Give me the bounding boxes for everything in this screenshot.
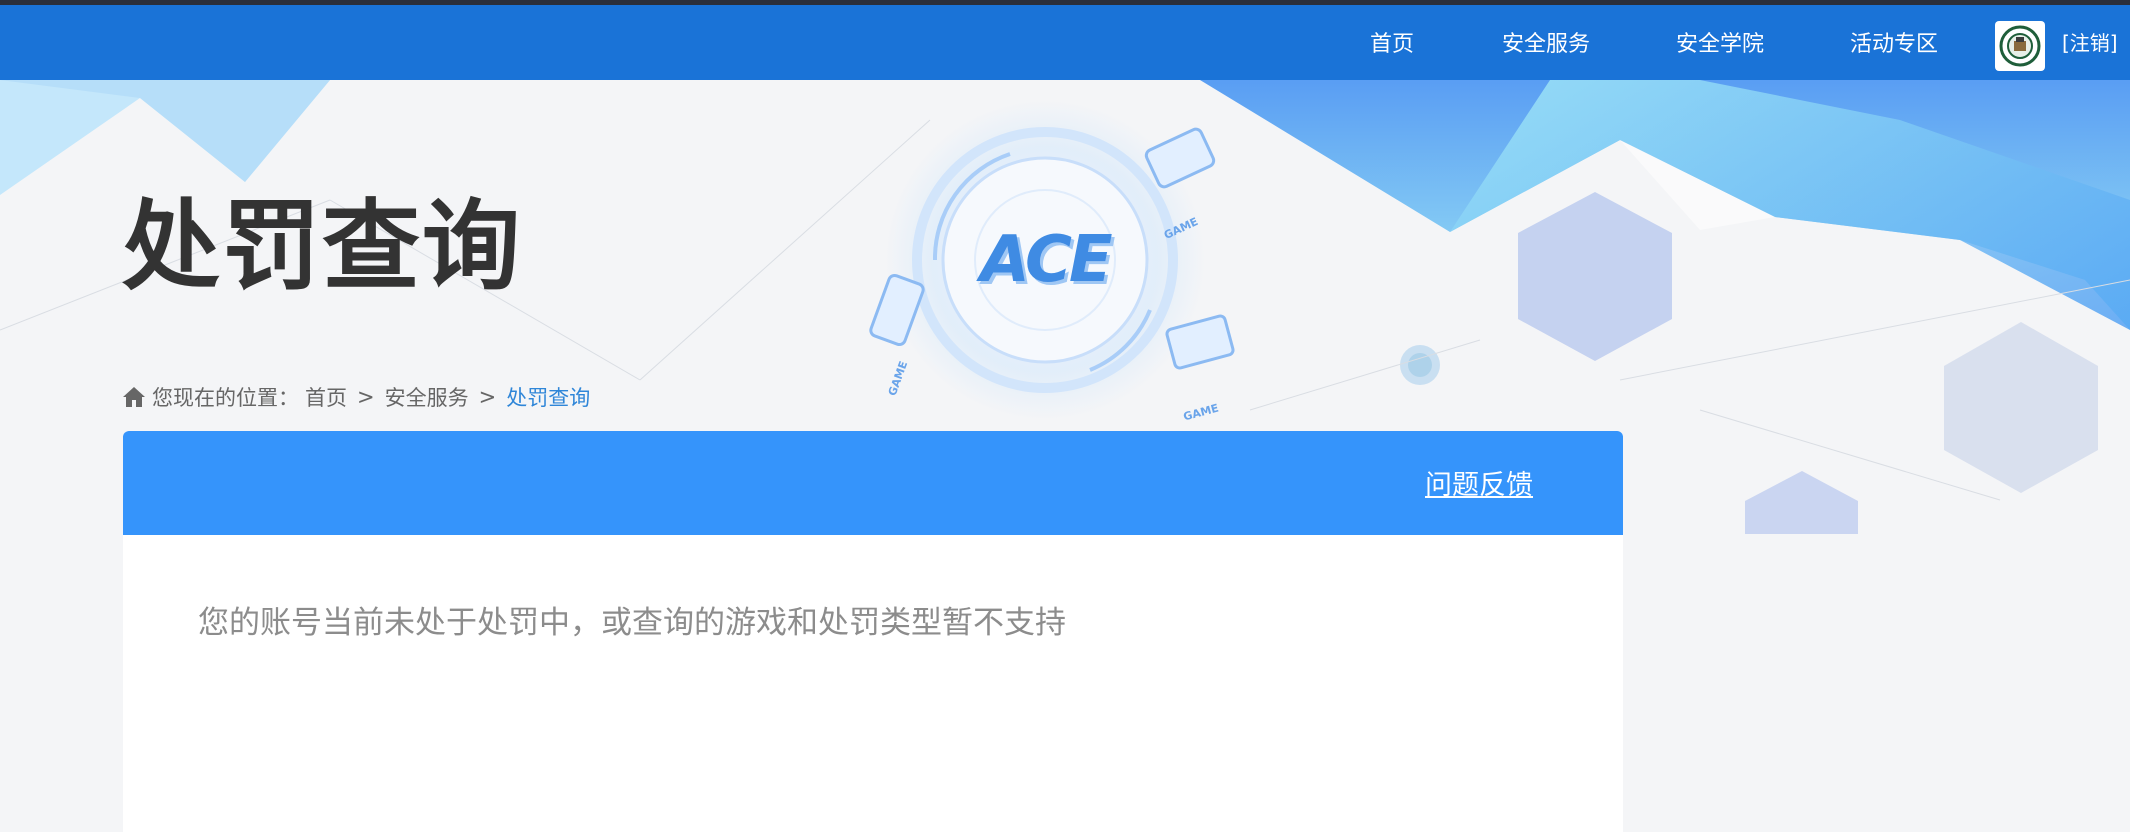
result-card: 问题反馈 您的账号当前未处于处罚中，或查询的游戏和处罚类型暂不支持 [123,431,1623,832]
ace-logo-text: ACE [980,223,1112,297]
top-navbar: 首页 安全服务 安全学院 活动专区 [注销] [0,5,2130,80]
home-icon [123,387,145,407]
nav-item-home[interactable]: 首页 [1370,5,1414,80]
result-message: 您的账号当前未处于处罚中，或查询的游戏和处罚类型暂不支持 [198,605,1066,641]
breadcrumb-separator: > [478,385,497,409]
avatar-emblem-icon [1999,25,2041,67]
nav-item-security-academy[interactable]: 安全学院 [1676,5,1764,80]
nav-item-security-services[interactable]: 安全服务 [1502,5,1590,80]
feedback-link[interactable]: 问题反馈 [1425,463,1533,502]
breadcrumb-item-security-services[interactable]: 安全服务 [385,382,469,412]
ace-logo: ACE [965,215,1125,305]
logout-link[interactable]: [注销] [2062,5,2118,80]
breadcrumb-item-current[interactable]: 处罚查询 [506,382,590,412]
card-header: 问题反馈 [123,431,1623,535]
breadcrumb-prefix: 您现在的位置： [152,386,299,410]
breadcrumb-item-home[interactable]: 首页 [305,382,347,412]
user-avatar[interactable] [1995,21,2045,71]
breadcrumb-separator: > [357,385,375,409]
breadcrumb: 您现在的位置： 首页 > 安全服务 > 处罚查询 [122,382,590,412]
nav-item-events[interactable]: 活动专区 [1850,5,1938,80]
page-title: 处罚查询 [122,190,523,304]
